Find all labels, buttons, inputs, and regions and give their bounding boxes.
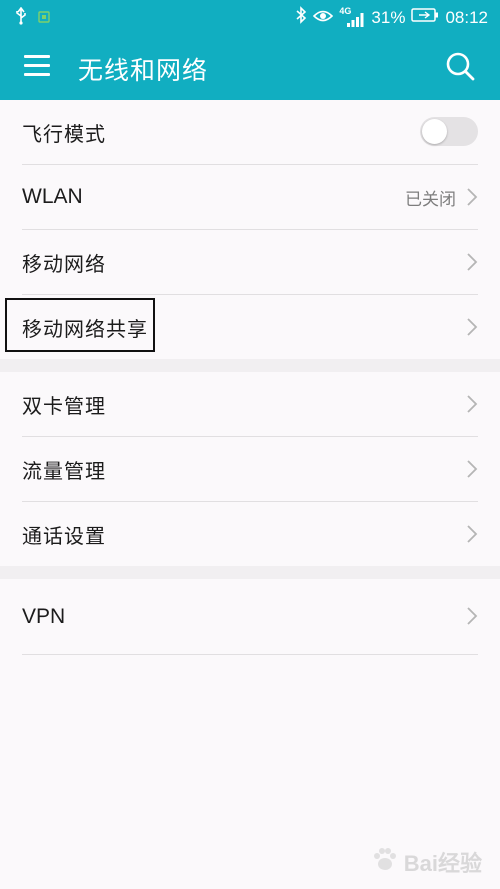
dual-sim-row[interactable]: 双卡管理 bbox=[22, 372, 478, 437]
tethering-label: 移动网络共享 bbox=[22, 316, 148, 341]
wlan-row[interactable]: WLAN 已关闭 bbox=[22, 165, 478, 230]
chevron-right-icon bbox=[466, 524, 478, 544]
airplane-mode-label: 飞行模式 bbox=[22, 121, 106, 146]
call-settings-row[interactable]: 通话设置 bbox=[22, 502, 478, 566]
toggle-knob bbox=[422, 119, 447, 144]
chevron-right-icon bbox=[466, 252, 478, 272]
vpn-label: VPN bbox=[22, 604, 66, 628]
chevron-right-icon bbox=[466, 459, 478, 479]
wlan-label: WLAN bbox=[22, 185, 83, 208]
app-bar: 无线和网络 bbox=[0, 34, 500, 100]
wlan-status: 已关闭 bbox=[405, 190, 456, 210]
vpn-row[interactable]: VPN bbox=[22, 579, 478, 655]
signal-icon: 4G bbox=[339, 6, 365, 28]
data-usage-label: 流量管理 bbox=[22, 458, 106, 483]
notification-icon bbox=[38, 10, 50, 28]
chevron-right-icon bbox=[466, 606, 478, 626]
mobile-network-label: 移动网络 bbox=[22, 251, 106, 276]
battery-icon bbox=[411, 7, 439, 28]
search-icon[interactable] bbox=[444, 50, 476, 82]
settings-group-vpn: VPN bbox=[0, 579, 500, 655]
hamburger-menu-icon[interactable] bbox=[24, 54, 52, 78]
page-title: 无线和网络 bbox=[78, 56, 209, 85]
airplane-mode-toggle[interactable] bbox=[420, 117, 478, 146]
data-usage-row[interactable]: 流量管理 bbox=[22, 437, 478, 502]
clock: 08:12 bbox=[445, 7, 488, 27]
mobile-network-row[interactable]: 移动网络 bbox=[22, 230, 478, 295]
status-bar: 4G 31% 08:12 bbox=[0, 0, 500, 34]
chevron-right-icon bbox=[466, 317, 478, 337]
section-divider bbox=[0, 566, 500, 579]
dual-sim-label: 双卡管理 bbox=[22, 393, 106, 418]
usb-icon bbox=[14, 6, 28, 30]
settings-group-network: 飞行模式 WLAN 已关闭 移动网络 移动网络共享 bbox=[0, 100, 500, 359]
eye-icon bbox=[313, 8, 334, 28]
baidu-watermark: Bai经验 bbox=[370, 844, 482, 879]
settings-group-sim: 双卡管理 流量管理 通话设置 bbox=[0, 372, 500, 566]
status-left-icons bbox=[14, 6, 50, 30]
battery-percent: 31% bbox=[371, 7, 406, 27]
call-settings-label: 通话设置 bbox=[22, 523, 106, 548]
paw-icon bbox=[370, 844, 400, 879]
tethering-row[interactable]: 移动网络共享 bbox=[22, 295, 478, 359]
chevron-right-icon bbox=[466, 187, 478, 207]
watermark-text: Bai经验 bbox=[403, 850, 482, 876]
bluetooth-icon bbox=[295, 6, 307, 29]
section-divider bbox=[0, 359, 500, 372]
airplane-mode-row[interactable]: 飞行模式 bbox=[22, 100, 478, 165]
settings-list: 飞行模式 WLAN 已关闭 移动网络 移动网络共享 双卡管理 流量管理 通话设置… bbox=[0, 100, 500, 655]
status-right-icons: 4G 31% 08:12 bbox=[295, 6, 488, 29]
chevron-right-icon bbox=[466, 394, 478, 414]
